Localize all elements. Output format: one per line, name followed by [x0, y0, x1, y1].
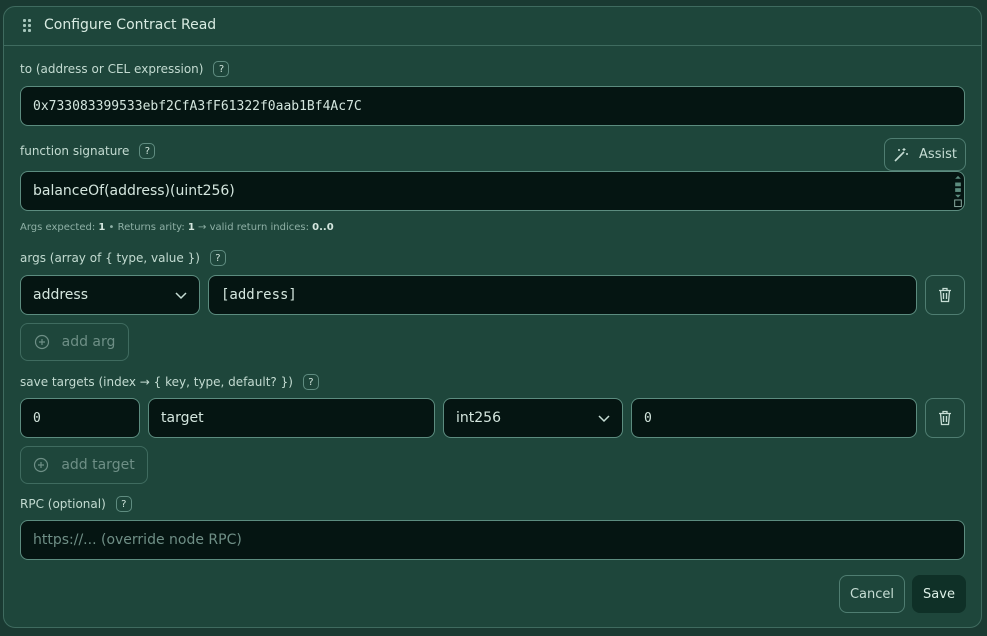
trash-icon [939, 410, 951, 426]
to-help-icon[interactable]: ? [213, 61, 230, 77]
arg-type-select[interactable]: address [20, 275, 200, 315]
textarea-scrollbar[interactable] [954, 174, 962, 208]
save-targets-label: save targets (index → { key, type, defau… [20, 374, 319, 390]
save-button[interactable]: Save [912, 575, 966, 613]
plus-circle-icon [34, 334, 49, 350]
configure-contract-read-dialog: Configure Contract Read to (address or C… [3, 6, 982, 628]
cancel-button[interactable]: Cancel [839, 575, 905, 613]
remove-arg-button[interactable] [925, 275, 965, 315]
chevron-down-icon [175, 292, 187, 300]
to-address-input[interactable]: 0x733083399533ebf2CfA3fF61322f0aab1Bf4Ac… [20, 86, 965, 126]
to-label: to (address or CEL expression) ? [20, 61, 230, 77]
function-help-icon[interactable]: ? [139, 143, 156, 159]
arg-value-input[interactable]: [address] [208, 275, 917, 315]
chevron-down-icon [598, 415, 610, 423]
rpc-help-icon[interactable]: ? [115, 496, 132, 512]
add-arg-button[interactable]: add arg [20, 323, 129, 361]
args-help-icon[interactable]: ? [209, 250, 226, 266]
function-signature-label: function signature ? [20, 143, 156, 159]
drag-handle-icon[interactable] [23, 19, 33, 33]
target-default-input[interactable]: 0 [631, 398, 917, 438]
target-index-input[interactable]: 0 [20, 398, 140, 438]
magic-wand-icon [894, 147, 909, 162]
dialog-header: Configure Contract Read [4, 7, 981, 46]
arity-hint: Args expected: 1 • Returns arity: 1 → va… [20, 222, 334, 233]
rpc-input[interactable]: https://... (override node RPC) [20, 520, 965, 560]
add-target-button[interactable]: add target [20, 446, 148, 484]
target-key-input[interactable]: target [148, 398, 435, 438]
rpc-label: RPC (optional) ? [20, 496, 132, 512]
trash-icon [939, 287, 951, 303]
args-label: args (array of { type, value }) ? [20, 250, 226, 266]
remove-target-button[interactable] [925, 398, 965, 438]
plus-circle-icon [34, 457, 49, 473]
function-signature-textarea[interactable]: balanceOf(address)(uint256) [20, 171, 965, 211]
target-type-select[interactable]: int256 [443, 398, 623, 438]
assist-button[interactable]: Assist [884, 138, 966, 171]
dialog-title: Configure Contract Read [44, 17, 217, 33]
save-targets-help-icon[interactable]: ? [302, 374, 319, 390]
